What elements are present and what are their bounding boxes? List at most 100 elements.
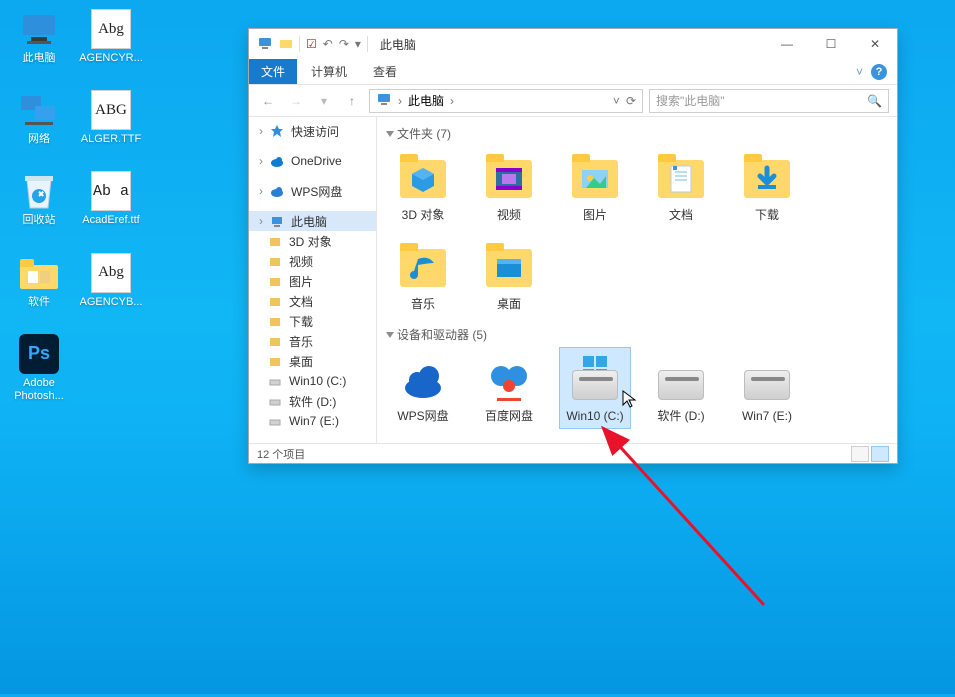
forward-button[interactable]: → [285,90,307,112]
section-header[interactable]: 设备和驱动器 (5) [387,326,887,343]
chevron-right-icon[interactable]: › [259,184,263,198]
desktop-icon[interactable]: ABGALGER.TTF [78,89,144,146]
tab-file[interactable]: 文件 [249,59,297,84]
desktop-icon-label: ALGER.TTF [81,133,142,146]
search-icon[interactable]: 🔍 [867,94,882,108]
search-placeholder: 搜索"此电脑" [656,92,725,109]
address-box[interactable]: › 此电脑 › ˅ ⟳ [369,89,643,113]
desktop-icon-label: Adobe Photosh... [6,377,72,403]
cloudwps-icon [269,183,285,199]
desktop-icon[interactable]: 网络 [6,89,72,146]
qat-dropdown-icon[interactable]: ▾ [355,37,361,51]
sidebar-item[interactable]: › WPS网盘 [249,181,376,201]
sidebar-item[interactable]: ›网络 [249,441,376,443]
close-button[interactable]: ✕ [853,29,897,59]
subfolder-icon [267,313,283,329]
desktop-icon[interactable]: AbgAGENCYR... [78,8,144,65]
view-icons-button[interactable] [871,446,889,462]
item-icon [481,240,537,296]
content-pane[interactable]: 文件夹 (7) 3D 对象 视频图片文档下载音乐 桌面设备和驱动器 (5) WPS网盘 百… [377,117,897,443]
chevron-right-icon[interactable]: › [259,154,263,168]
item-label: WPS网盘 [397,410,448,423]
desktop-icon[interactable]: 软件 [6,252,72,309]
breadcrumb-segment[interactable]: 此电脑 [408,92,444,109]
recent-dropdown[interactable]: ▾ [313,90,335,112]
subfolder-icon [267,273,283,289]
redo-icon[interactable]: ↷ [339,37,349,51]
folder-item[interactable]: 3D 对象 [387,146,459,227]
undo-icon[interactable]: ↶ [323,37,333,51]
help-icon[interactable]: ? [871,64,887,80]
sidebar-item[interactable]: ›快速访问 [249,121,376,141]
desktop-icons: 此电脑网络回收站软件 PsAdobe Photosh... AbgAGENCYR..… [6,8,144,403]
nav-sidebar[interactable]: ›快速访问›OneDrive›WPS网盘›此电脑3D 对象视频图片文档下载音乐桌… [249,117,377,443]
sidebar-item[interactable]: 3D 对象 [249,231,376,251]
search-input[interactable]: 搜索"此电脑" 🔍 [649,89,889,113]
item-label: 下载 [755,209,779,222]
sidebar-item[interactable]: 软件 (D:) [249,391,376,411]
section-title: 设备和驱动器 (5) [397,326,487,343]
desktop-icon[interactable]: PsAdobe Photosh... [6,333,72,403]
subfolder-icon [267,353,283,369]
ribbon-tabs: 文件 计算机 查看 ˅ ? [249,59,897,85]
sidebar-item-label: OneDrive [291,154,342,168]
address-dropdown-icon[interactable]: ˅ [613,94,620,108]
item-label: 音乐 [411,298,435,311]
chevron-right-icon[interactable]: › [259,124,263,138]
item-label: Win7 (E:) [742,410,792,423]
desktop-icon[interactable]: AbgAGENCYB... [78,252,144,309]
minimize-button[interactable]: — [765,29,809,59]
sidebar-item[interactable]: › OneDrive [249,151,376,171]
sidebar-item-label: WPS网盘 [291,183,342,200]
desktop-icon[interactable]: 此电脑 [6,8,72,65]
sidebar-item[interactable]: 文档 [249,291,376,311]
sidebar-item[interactable]: Win7 (E:) [249,411,376,431]
drive-item[interactable]: 软件 (D:) [645,347,717,428]
folder-item[interactable]: 音乐 [387,235,459,316]
sidebar-item[interactable]: 音乐 [249,331,376,351]
refresh-icon[interactable]: ⟳ [626,94,636,108]
app-item[interactable]: WPS网盘 [387,347,459,428]
drive-item[interactable]: Win7 (E:) [731,347,803,428]
drive-icon [267,413,283,429]
sidebar-item[interactable]: 下载 [249,311,376,331]
desktop-icon[interactable]: 回收站 [6,170,72,227]
address-chevron-icon[interactable]: › [398,94,402,108]
folder-item[interactable]: 图片 [559,146,631,227]
back-button[interactable]: ← [257,90,279,112]
section-header[interactable]: 文件夹 (7) [387,125,887,142]
folder-item[interactable]: 文档 [645,146,717,227]
sidebar-item[interactable]: 视频 [249,251,376,271]
subfolder-icon [267,253,283,269]
sidebar-item[interactable]: 图片 [249,271,376,291]
sidebar-item[interactable]: Win10 (C:) [249,371,376,391]
tab-view[interactable]: 查看 [361,59,409,84]
up-button[interactable]: ↑ [341,90,363,112]
item-label: 3D 对象 [402,209,445,222]
sidebar-item[interactable]: ›此电脑 [249,211,376,231]
folder-item[interactable]: 视频 [473,146,545,227]
sidebar-item-label: 下载 [289,313,313,330]
folder-item[interactable]: 下载 [731,146,803,227]
file-explorer-window: ☑ ↶ ↷ ▾ 此电脑 — ☐ ✕ 文件 计算机 查看 ˅ ? ← → ▾ ↑ … [248,28,898,464]
drive-item[interactable]: Win10 (C:) [559,347,631,428]
item-icon [481,151,537,207]
address-chevron-icon[interactable]: › [450,94,454,108]
chevron-right-icon[interactable]: › [259,214,263,228]
desktop-icon[interactable]: Ab aAcadEref.ttf [78,170,144,227]
view-details-button[interactable] [851,446,869,462]
desktop-icon-label: 回收站 [23,214,56,227]
sidebar-item[interactable]: 桌面 [249,351,376,371]
item-label: 百度网盘 [485,410,533,423]
desktop-icon-label: AGENCYR... [79,52,143,65]
folder-icon[interactable] [279,36,293,53]
folder-item[interactable]: 桌面 [473,235,545,316]
sidebar-item-label: Win10 (C:) [289,374,346,388]
tab-computer[interactable]: 计算机 [299,59,359,84]
maximize-button[interactable]: ☐ [809,29,853,59]
ribbon-collapse-icon[interactable]: ˅ [856,65,863,79]
address-bar: ← → ▾ ↑ › 此电脑 › ˅ ⟳ 搜索"此电脑" 🔍 [249,85,897,117]
app-item[interactable]: 百度网盘 [473,347,545,428]
props-icon[interactable]: ☑ [306,37,317,51]
titlebar[interactable]: ☑ ↶ ↷ ▾ 此电脑 — ☐ ✕ [249,29,897,59]
